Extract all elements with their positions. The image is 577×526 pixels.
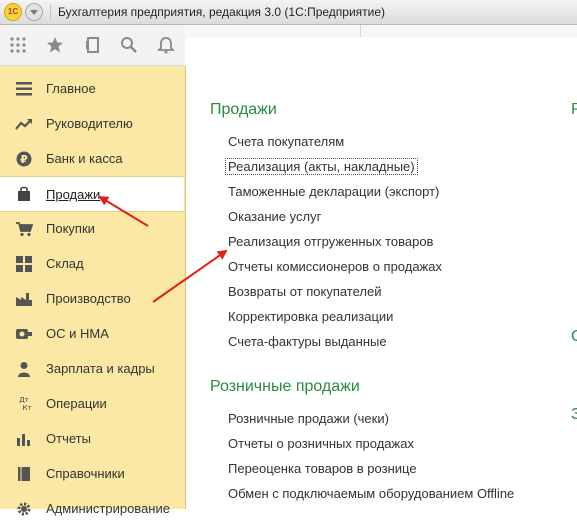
- dt-label: Дт: [19, 395, 29, 404]
- sidebar-item-label: Главное: [46, 81, 96, 96]
- menu-lines-icon: [14, 79, 34, 99]
- search-icon[interactable]: [117, 33, 141, 57]
- link-sales-acts[interactable]: Реализация (акты, накладные): [225, 158, 418, 175]
- link-offline-equipment[interactable]: Обмен с подключаемым оборудованием Offli…: [228, 486, 514, 501]
- link-customer-invoices[interactable]: Счета покупателям: [228, 134, 344, 149]
- title-bar: 1С Бухгалтерия предприятия, редакция 3.0…: [0, 0, 577, 25]
- tabs-strip-separator: [360, 25, 361, 37]
- sidebar-item-assets[interactable]: ОС и НМА: [0, 316, 184, 351]
- toolbar: [0, 25, 185, 66]
- sidebar-item-label: Справочники: [46, 466, 125, 481]
- section-title-retail: Розничные продажи: [210, 378, 360, 395]
- sidebar-item-label: Отчеты: [46, 431, 91, 446]
- dt-kt-icon: Дт Кт: [14, 394, 34, 414]
- sidebar-item-label: Операции: [46, 396, 107, 411]
- sidebar-item-operations[interactable]: Дт Кт Операции: [0, 386, 184, 421]
- link-retail-revaluation[interactable]: Переоценка товаров в рознице: [228, 461, 417, 476]
- apps-grid-icon[interactable]: [6, 33, 30, 57]
- link-services[interactable]: Оказание услуг: [228, 209, 321, 224]
- section-title-clipped: С: [571, 328, 577, 345]
- ruble-icon: ₽: [14, 149, 34, 169]
- sidebar-item-warehouse[interactable]: Склад: [0, 246, 184, 281]
- asset-icon: [14, 324, 34, 344]
- svg-text:₽: ₽: [20, 153, 28, 166]
- sidebar-item-reports[interactable]: Отчеты: [0, 421, 184, 456]
- bar-chart-icon: [14, 429, 34, 449]
- sidebar-item-production[interactable]: Производство: [0, 281, 184, 316]
- star-icon[interactable]: [43, 33, 67, 57]
- sidebar-item-salary[interactable]: Зарплата и кадры: [0, 351, 184, 386]
- bell-icon[interactable]: [154, 33, 178, 57]
- sidebar-item-label: Покупки: [46, 221, 95, 236]
- sidebar-item-main[interactable]: Главное: [0, 71, 184, 106]
- link-commission-reports[interactable]: Отчеты комиссионеров о продажах: [228, 259, 442, 274]
- section-title-sales: Продажи: [210, 101, 277, 118]
- section-title-clipped: З: [571, 406, 577, 423]
- sidebar-item-label: Руководителю: [46, 116, 133, 131]
- sidebar-item-purchases[interactable]: Покупки: [0, 211, 184, 246]
- sidebar-item-label: Производство: [46, 291, 131, 306]
- link-sales-adjustment[interactable]: Корректировка реализации: [228, 309, 393, 324]
- sidebar-item-manager[interactable]: Руководителю: [0, 106, 184, 141]
- sidebar-item-label: Зарплата и кадры: [46, 361, 155, 376]
- title-separator: [50, 4, 51, 20]
- section-title-clipped: Р: [571, 101, 577, 118]
- sidebar-item-label: Продажи: [46, 186, 101, 202]
- trend-icon: [14, 114, 34, 134]
- link-shipped-goods[interactable]: Реализация отгруженных товаров: [228, 234, 433, 249]
- factory-icon: [14, 289, 34, 309]
- sidebar-item-catalogs[interactable]: Справочники: [0, 456, 184, 491]
- warehouse-grid-icon: [14, 254, 34, 274]
- shopping-bag-icon: [14, 184, 34, 204]
- sidebar-item-label: Банк и касса: [46, 151, 123, 166]
- person-icon: [14, 359, 34, 379]
- sidebar-item-bank[interactable]: ₽ Банк и касса: [0, 141, 184, 176]
- sidebar-item-label: ОС и НМА: [46, 326, 109, 341]
- link-retail-receipts[interactable]: Розничные продажи (чеки): [228, 411, 389, 426]
- link-retail-reports[interactable]: Отчеты о розничных продажах: [228, 436, 414, 451]
- sections-sidebar: Главное Руководителю ₽ Банк и касса Прод…: [0, 66, 186, 516]
- book-icon: [14, 464, 34, 484]
- window-title: Бухгалтерия предприятия, редакция 3.0 (1…: [58, 5, 386, 19]
- link-issued-invoices[interactable]: Счета-фактуры выданные: [228, 334, 387, 349]
- sidebar-item-label: Склад: [46, 256, 84, 271]
- link-customs-declarations[interactable]: Таможенные декларации (экспорт): [228, 184, 439, 199]
- kt-label: Кт: [22, 403, 32, 412]
- cart-icon: [14, 219, 34, 239]
- history-icon[interactable]: [81, 33, 105, 57]
- app-logo: 1С: [4, 3, 22, 21]
- main-menu-button[interactable]: [25, 3, 43, 21]
- sidebar-item-sales[interactable]: Продажи: [0, 176, 184, 212]
- link-customer-returns[interactable]: Возвраты от покупателей: [228, 284, 382, 299]
